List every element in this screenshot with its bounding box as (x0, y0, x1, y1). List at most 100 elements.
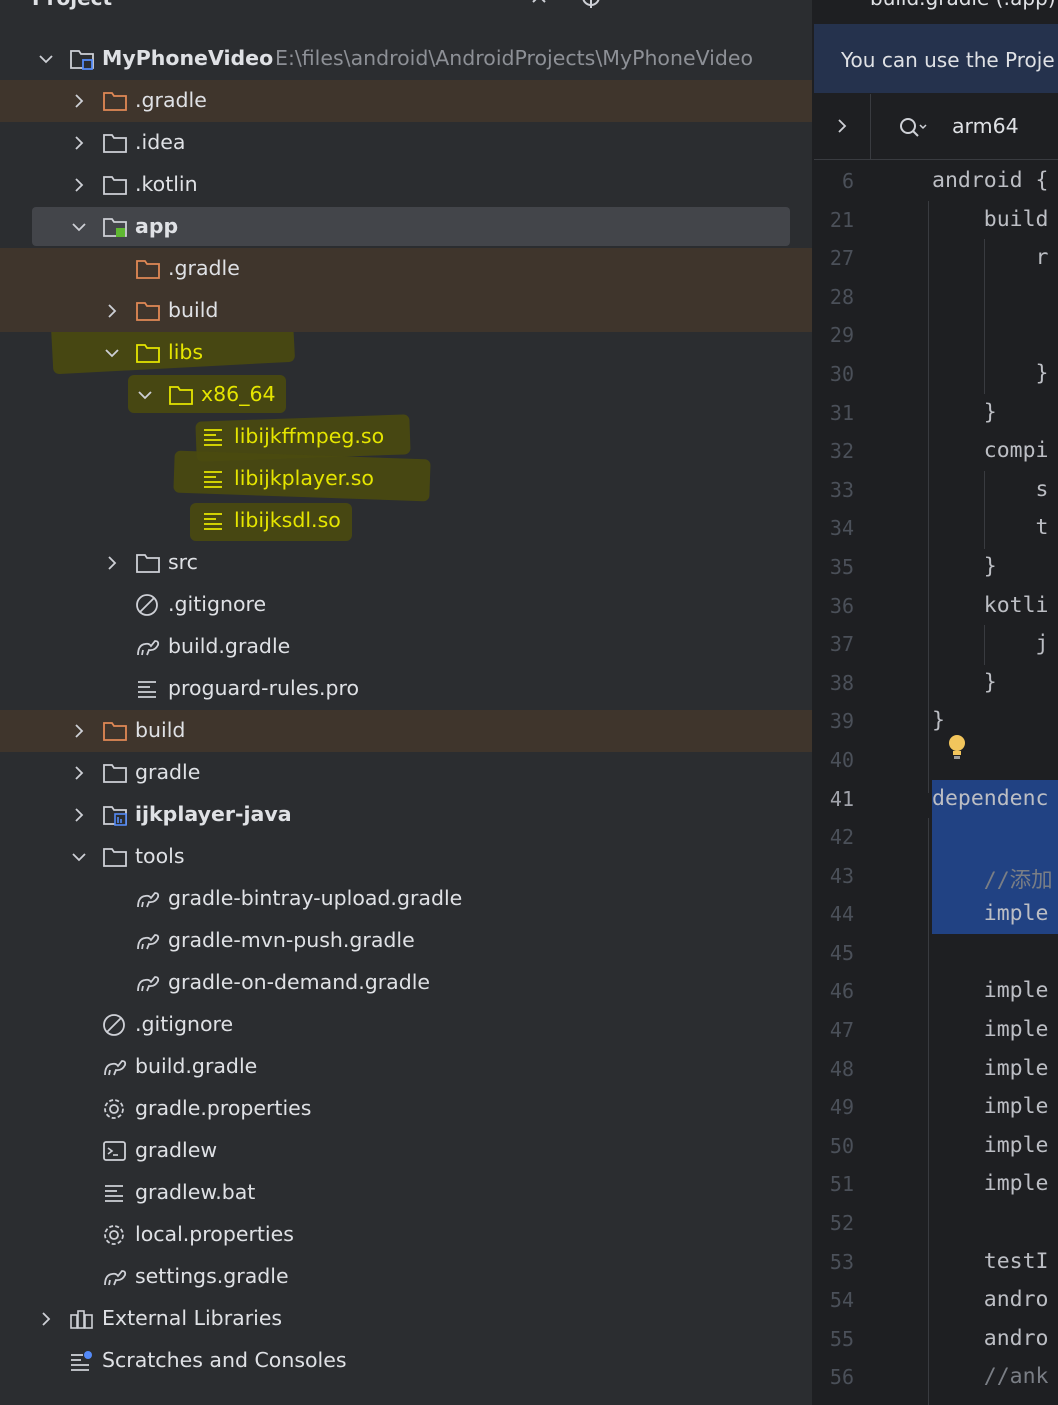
locate-file-icon[interactable] (580, 0, 602, 8)
code-line[interactable]: 39} (814, 702, 1058, 741)
close-panel-icon[interactable] (672, 0, 694, 8)
code-line[interactable]: 41 dependenc (814, 779, 1058, 819)
expand-collapse-icon[interactable] (528, 0, 550, 8)
tree-item-gradlew-bat[interactable]: gradlew.bat (0, 1172, 812, 1214)
tree-item-proguard[interactable]: proguard-rules.pro (0, 668, 812, 710)
tree-item-so3[interactable]: libijksdl.so (0, 500, 812, 542)
tree-item-root-build-gradle[interactable]: build.gradle (0, 1046, 812, 1088)
code-line[interactable]: 54 andro (814, 1281, 1058, 1320)
chevron-right-icon[interactable] (102, 301, 122, 321)
tree-item-app-build-gradle[interactable]: build.gradle (0, 626, 812, 668)
tree-item-gradle-props[interactable]: gradle.properties (0, 1088, 812, 1130)
lightbulb-icon[interactable] (946, 733, 968, 763)
tree-item-idea[interactable]: .idea (0, 122, 812, 164)
tree-item-libs[interactable]: libs (0, 332, 812, 374)
project-path: E:\files\android\AndroidProjects\MyPhone… (275, 46, 754, 70)
chevron-right-icon[interactable] (69, 175, 89, 195)
chevron-down-icon[interactable] (102, 343, 122, 363)
tree-item-app-gitignore[interactable]: .gitignore (0, 584, 812, 626)
code-line[interactable]: 46 imple (814, 972, 1058, 1011)
code-line[interactable]: 53 testI (814, 1243, 1058, 1282)
chevron-right-icon[interactable] (69, 763, 89, 783)
tree-item-root-gitignore[interactable]: .gitignore (0, 1004, 812, 1046)
library-icon (69, 1307, 95, 1331)
chevron-down-icon[interactable] (69, 847, 89, 867)
tree-item-bintray[interactable]: gradle-bintray-upload.gradle (0, 878, 812, 920)
tree-item-ext-libs[interactable]: External Libraries (0, 1298, 812, 1340)
code-line[interactable]: 34 t (814, 509, 1058, 548)
tree-item-local-props[interactable]: local.properties (0, 1214, 812, 1256)
code-line[interactable]: 45 (814, 934, 1058, 973)
chevron-right-icon[interactable] (832, 116, 852, 136)
tree-item-gradlew[interactable]: gradlew (0, 1130, 812, 1172)
tree-item-x86[interactable]: x86_64 (0, 374, 812, 416)
code-line[interactable]: 48 imple (814, 1050, 1058, 1089)
code-line[interactable]: 52 (814, 1204, 1058, 1243)
tree-item-gradle[interactable]: gradle (0, 752, 812, 794)
tree-item-app[interactable]: app (0, 206, 812, 248)
code-line[interactable]: 40 (814, 741, 1058, 780)
code-line[interactable]: 57 //imp (814, 1397, 1058, 1405)
tree-item-root[interactable]: MyPhoneVideo E:\files\android\AndroidProj… (0, 38, 812, 80)
chevron-right-icon[interactable] (36, 1309, 56, 1329)
code-line[interactable]: 51 imple (814, 1165, 1058, 1204)
code-text: imple (932, 1171, 1049, 1197)
chevron-down-icon[interactable] (69, 217, 89, 237)
code-line[interactable]: 36 kotli (814, 587, 1058, 626)
code-line[interactable]: 42 (814, 818, 1058, 857)
search-input[interactable]: arm64 (952, 114, 1019, 138)
chevron-right-icon[interactable] (102, 553, 122, 573)
chevron-right-icon[interactable] (69, 91, 89, 111)
code-text: kotli (932, 592, 1049, 618)
code-line[interactable]: 49 imple (814, 1088, 1058, 1127)
chevron-right-icon[interactable] (69, 805, 89, 825)
line-number: 46 (829, 979, 854, 1004)
tree-item-so1[interactable]: libijkffmpeg.so (0, 416, 812, 458)
tree-item-kotlin[interactable]: .kotlin (0, 164, 812, 206)
tree-item-mvn[interactable]: gradle-mvn-push.gradle (0, 920, 812, 962)
code-line[interactable]: 33 s (814, 471, 1058, 510)
code-line[interactable]: 31 } (814, 394, 1058, 433)
code-line[interactable]: 30 } (814, 355, 1058, 394)
tree-item-tools[interactable]: tools (0, 836, 812, 878)
code-line[interactable]: 47 imple (814, 1011, 1058, 1050)
tree-item-app-build[interactable]: build (0, 290, 812, 332)
tree-item-build[interactable]: build (0, 710, 812, 752)
tree-item-ondemand[interactable]: gradle-on-demand.gradle (0, 962, 812, 1004)
code-line[interactable]: 21 build (814, 201, 1058, 240)
code-line[interactable]: 29 (814, 316, 1058, 355)
code-text: } (932, 669, 997, 695)
code-line[interactable]: 44 imple (814, 895, 1058, 934)
tree-item-label: x86_64 (201, 382, 276, 406)
tree-item-ijkplayer-java[interactable]: ijkplayer-java (0, 794, 812, 836)
more-options-icon[interactable] (718, 0, 740, 8)
code-line[interactable]: 37 j (814, 625, 1058, 664)
code-line[interactable]: 55 andro (814, 1320, 1058, 1359)
code-line[interactable]: 28 (814, 278, 1058, 317)
code-line[interactable]: 50 imple (814, 1127, 1058, 1166)
code-line[interactable]: 27 r (814, 239, 1058, 278)
search-icon[interactable] (898, 116, 928, 140)
code-text: //ank (932, 1364, 1049, 1390)
tree-item-so2[interactable]: libijkplayer.so (0, 458, 812, 500)
indent-guide (928, 818, 929, 1405)
code-line[interactable]: 6 android { (814, 162, 1058, 201)
code-line[interactable]: 35 } (814, 548, 1058, 587)
line-number: 41 (829, 786, 854, 811)
code-line[interactable]: 32 compi (814, 432, 1058, 471)
code-line[interactable]: 38 } (814, 664, 1058, 703)
chevron-right-icon[interactable] (69, 721, 89, 741)
code-line[interactable]: 56 //ank (814, 1358, 1058, 1397)
tree-item-app-gradle-dir[interactable]: .gradle (0, 248, 812, 290)
tree-item-scratches[interactable]: Scratches and Consoles (0, 1340, 812, 1382)
tree-item-settings[interactable]: settings.gradle (0, 1256, 812, 1298)
tree-item-gradle-dir[interactable]: .gradle (0, 80, 812, 122)
chevron-down-icon[interactable] (36, 49, 56, 69)
code-area[interactable]: 6 android {21 build 27 r 28 29 30 } 31 } 32 com… (814, 162, 1058, 1405)
chevron-down-icon[interactable] (135, 385, 155, 405)
code-line[interactable]: 43 //添加 (814, 856, 1058, 896)
tree-item-src[interactable]: src (0, 542, 812, 584)
collapse-all-icon[interactable] (626, 0, 648, 8)
editor-tab[interactable]: build.gradle (:app) (814, 0, 1058, 10)
chevron-right-icon[interactable] (69, 133, 89, 153)
